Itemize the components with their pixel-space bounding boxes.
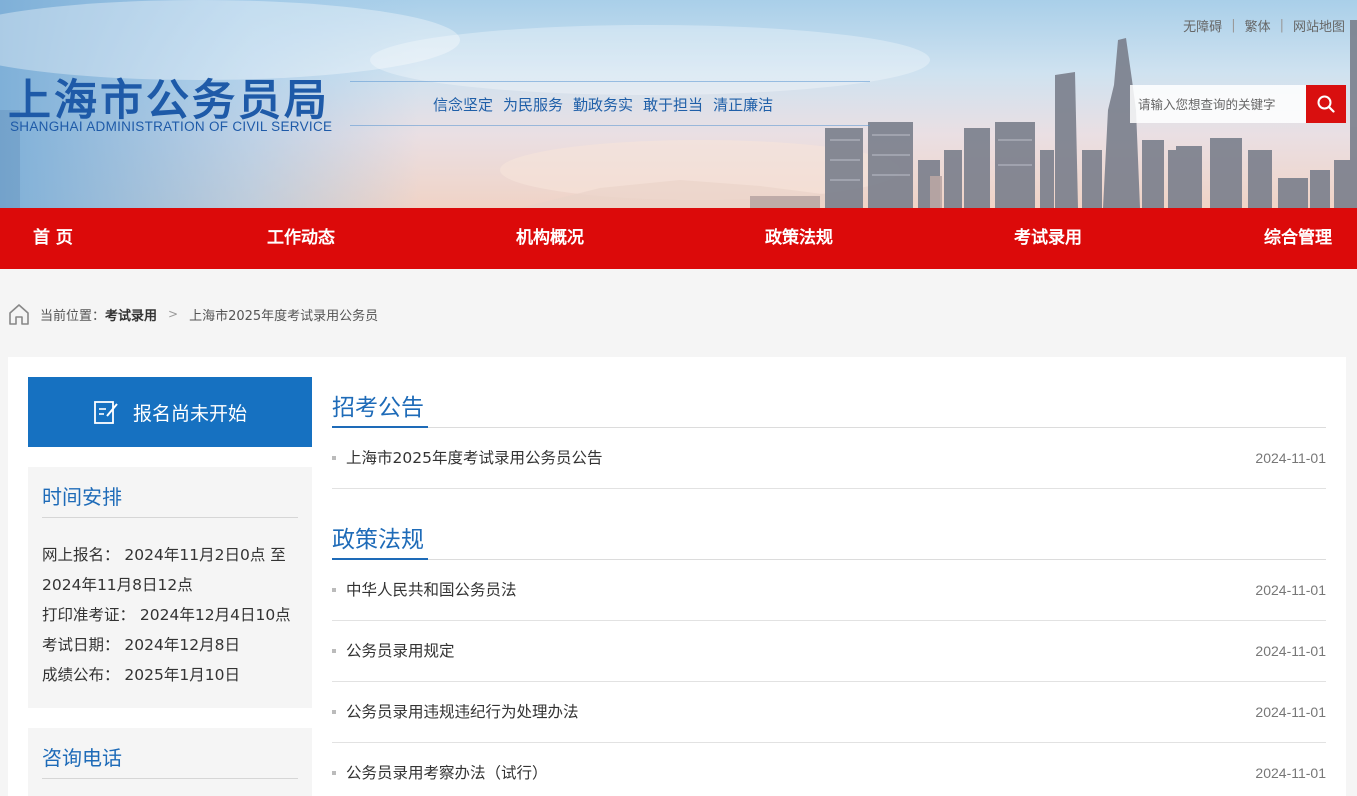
nav-item-exam-recruitment[interactable]: 考试录用 xyxy=(1014,208,1082,269)
list-item-date: 2024-11-01 xyxy=(1255,450,1326,466)
traditional-chinese-link[interactable]: 繁体 xyxy=(1245,16,1271,35)
main-nav: 首 页 工作动态 机构概况 政策法规 考试录用 综合管理 xyxy=(0,208,1357,269)
breadcrumb-current: 上海市2025年度考试录用公务员 xyxy=(189,308,379,324)
header-banner: 上海市公务员局 SHANGHAI ADMINISTRATION OF CIVIL… xyxy=(0,0,1357,208)
bullet xyxy=(332,649,336,653)
schedule-box: 时间安排 网上报名： 2024年11月2日0点 至 2024年11月8日12点 … xyxy=(28,467,312,708)
schedule-line: 考试日期： 2024年12月8日 xyxy=(42,636,240,654)
slogan-divider-top xyxy=(350,81,870,82)
list-item[interactable]: 公务员录用规定 2024-11-01 xyxy=(332,621,1326,682)
list-item[interactable]: 上海市2025年度考试录用公务员公告 2024-11-01 xyxy=(332,428,1326,489)
home-icon[interactable] xyxy=(8,303,30,325)
site-logo-subtitle: SHANGHAI ADMINISTRATION OF CIVIL SERVICE xyxy=(10,119,333,134)
bullet xyxy=(332,456,336,460)
schedule-title: 时间安排 xyxy=(42,485,122,509)
search-input[interactable] xyxy=(1130,85,1306,123)
link-separator: | xyxy=(1231,18,1236,33)
slogan-list: 信念坚定 为民服务 勤政务实 敢于担当 清正廉洁 xyxy=(433,94,773,115)
registration-status-button[interactable]: 报名尚未开始 xyxy=(28,377,312,447)
breadcrumb-section-link[interactable]: 考试录用 xyxy=(105,305,157,324)
section-title-policies[interactable]: 政策法规 xyxy=(332,520,424,554)
breadcrumb-prefix: 当前位置： xyxy=(40,308,106,324)
nav-item-policies[interactable]: 政策法规 xyxy=(765,208,833,269)
schedule-line: 2024年11月8日12点 xyxy=(42,576,193,594)
list-item-title[interactable]: 公务员录用违规违纪行为处理办法 xyxy=(346,682,579,742)
list-item-title[interactable]: 中华人民共和国公务员法 xyxy=(346,560,517,620)
list-item-date: 2024-11-01 xyxy=(1255,765,1326,781)
list-item-date: 2024-11-01 xyxy=(1255,643,1326,659)
list-item-title[interactable]: 上海市2025年度考试录用公务员公告 xyxy=(346,428,602,488)
list-item-date: 2024-11-01 xyxy=(1255,704,1326,720)
schedule-line: 网上报名： 2024年11月2日0点 至 xyxy=(42,546,286,564)
slogan-divider-bottom xyxy=(350,125,870,126)
slogan-item: 敢于担当 xyxy=(643,96,704,114)
consult-box: 咨询电话 xyxy=(28,728,312,796)
top-links: 无障碍 | 繁体 | 网站地图 xyxy=(1183,16,1345,35)
section-title-announcements[interactable]: 招考公告 xyxy=(332,388,424,422)
list-item-title[interactable]: 公务员录用规定 xyxy=(346,621,455,681)
list-item-date: 2024-11-01 xyxy=(1255,582,1326,598)
bullet xyxy=(332,771,336,775)
list-item[interactable]: 中华人民共和国公务员法 2024-11-01 xyxy=(332,560,1326,621)
edit-icon xyxy=(93,399,119,425)
nav-item-organization[interactable]: 机构概况 xyxy=(516,208,584,269)
slogan-item: 为民服务 xyxy=(503,96,564,114)
slogan-item: 清正廉洁 xyxy=(713,96,774,114)
sitemap-link[interactable]: 网站地图 xyxy=(1293,16,1345,35)
nav-item-general-management[interactable]: 综合管理 xyxy=(1264,208,1332,269)
link-separator: | xyxy=(1279,18,1284,33)
search-button[interactable] xyxy=(1306,85,1346,123)
nav-item-home[interactable]: 首 页 xyxy=(33,208,73,269)
consult-divider xyxy=(42,778,298,779)
search-icon xyxy=(1317,95,1335,113)
schedule-line: 成绩公布： 2025年1月10日 xyxy=(42,666,240,684)
slogan-item: 勤政务实 xyxy=(573,96,634,114)
chevron-right-icon: > xyxy=(168,307,179,321)
list-item[interactable]: 公务员录用考察办法（试行） 2024-11-01 xyxy=(332,743,1326,796)
slogan-item: 信念坚定 xyxy=(433,96,494,114)
breadcrumb: 当前位置： 考试录用 > 上海市2025年度考试录用公务员 xyxy=(8,303,378,325)
list-item[interactable]: 公务员录用违规违纪行为处理办法 2024-11-01 xyxy=(332,682,1326,743)
consult-title: 咨询电话 xyxy=(42,746,122,770)
registration-status-label: 报名尚未开始 xyxy=(132,402,247,425)
nav-item-work-news[interactable]: 工作动态 xyxy=(267,208,335,269)
bullet xyxy=(332,710,336,714)
list-item-title[interactable]: 公务员录用考察办法（试行） xyxy=(346,743,548,796)
schedule-line: 打印准考证： 2024年12月4日10点 xyxy=(42,606,291,624)
schedule-divider xyxy=(42,517,298,518)
accessibility-link[interactable]: 无障碍 xyxy=(1183,16,1222,35)
bullet xyxy=(332,588,336,592)
